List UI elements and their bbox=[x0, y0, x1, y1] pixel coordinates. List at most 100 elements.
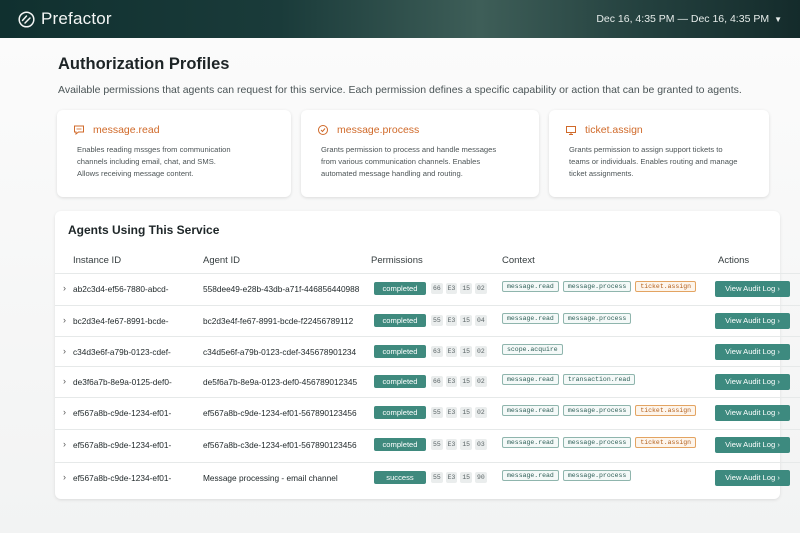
count-chip: 02 bbox=[475, 376, 487, 387]
permission-description: Grants permission to process and handle … bbox=[321, 145, 497, 178]
instance-id: ef567a8b-c9de-1234-ef01- bbox=[73, 408, 172, 418]
table-row[interactable]: › ef567a8b-c9de-1234-ef01- ef567a8b-c9de-1… bbox=[55, 397, 800, 427]
count-chip: 02 bbox=[475, 346, 487, 357]
chevron-right-icon[interactable]: › bbox=[63, 376, 66, 386]
chevron-right-icon[interactable]: › bbox=[63, 472, 66, 482]
view-audit-log-button[interactable]: View Audit Log › bbox=[715, 281, 790, 297]
instance-id: ef567a8b-c9de-1234-ef01- bbox=[73, 473, 172, 483]
context-tags: message.read message.process ticket.assign bbox=[502, 437, 697, 448]
view-audit-log-button[interactable]: View Audit Log › bbox=[715, 313, 790, 329]
permission-description: Grants permission to assign support tick… bbox=[569, 145, 738, 178]
instance-id: bc2d3e4-fe67-8991-bcde- bbox=[73, 316, 169, 326]
permission-card: message.read Enables reading mssges from… bbox=[57, 110, 291, 197]
logo-icon bbox=[18, 10, 35, 28]
permission-counts: 63 E3 15 02 bbox=[431, 346, 487, 357]
count-chip: 90 bbox=[475, 472, 487, 483]
context-tags: message.read message.process bbox=[502, 313, 632, 324]
status-badge: completed bbox=[374, 314, 426, 327]
status-badge: completed bbox=[374, 375, 426, 388]
count-chip: 02 bbox=[475, 283, 487, 294]
ticket-icon bbox=[565, 124, 577, 136]
top-bar: Prefactor Dec 16, 4:35 PM — Dec 16, 4:35… bbox=[0, 0, 800, 38]
count-chip: 66 bbox=[431, 283, 443, 294]
context-tag: message.process bbox=[562, 470, 632, 481]
permission-counts: 66 E3 15 02 bbox=[431, 283, 487, 294]
column-header-actions: Actions bbox=[718, 255, 750, 266]
context-tag: message.read bbox=[502, 313, 559, 324]
count-chip: E3 bbox=[445, 472, 458, 483]
table-row[interactable]: › c34d3e6f-a79b-0123-cdef-c34d5e6f-a79b-0… bbox=[55, 336, 800, 366]
count-chip: E3 bbox=[445, 439, 458, 450]
chevron-right-icon[interactable]: › bbox=[63, 439, 66, 449]
chevron-right-icon[interactable]: › bbox=[63, 346, 66, 356]
status-badge: completed bbox=[374, 406, 426, 419]
count-chip: 04 bbox=[475, 315, 487, 326]
count-chip: 02 bbox=[475, 407, 487, 418]
count-chip: E3 bbox=[445, 346, 458, 357]
view-audit-log-button[interactable]: View Audit Log › bbox=[715, 470, 790, 486]
view-audit-log-button[interactable]: View Audit Log › bbox=[715, 344, 790, 360]
context-tags: message.read message.process bbox=[502, 470, 632, 481]
count-chip: 55 bbox=[431, 472, 443, 483]
permission-description: Enables reading mssges from communicatio… bbox=[77, 145, 231, 178]
table-row[interactable]: › ab2c3d4-ef56-7880-abcd- 558dee49-e28b-43… bbox=[55, 273, 800, 303]
instance-id: ab2c3d4-ef56-7880-abcd- bbox=[73, 284, 169, 294]
context-tag: ticket.assign bbox=[635, 437, 697, 448]
count-chip: 03 bbox=[475, 439, 487, 450]
count-chip: E3 bbox=[445, 376, 458, 387]
context-tag: message.read bbox=[502, 470, 559, 481]
chevron-right-icon[interactable]: › bbox=[63, 315, 66, 325]
agent-id: bc2d3e4f-fe67-8991-bcde-f22456789112 bbox=[203, 316, 354, 326]
page-title: Authorization Profiles bbox=[58, 55, 230, 73]
agent-id: ef567a8b-c3de-1234-ef01-567890123456 bbox=[203, 440, 357, 450]
chevron-right-icon[interactable]: › bbox=[63, 283, 66, 293]
permission-card: message.process Grants permission to pro… bbox=[301, 110, 539, 197]
count-chip: 15 bbox=[460, 315, 473, 326]
count-chip: 66 bbox=[431, 376, 443, 387]
chevron-right-icon[interactable]: › bbox=[63, 407, 66, 417]
agent-id: de5f6a7b-8e9a-0123-def0-456789012345 bbox=[203, 377, 358, 387]
count-chip: 15 bbox=[460, 376, 473, 387]
permission-counts: 55 E3 15 02 bbox=[431, 407, 487, 418]
agent-id: Message processing - email channel bbox=[203, 473, 338, 483]
table-row[interactable]: › ef567a8b-c9de-1234-ef01- Message process… bbox=[55, 462, 800, 492]
view-audit-log-button[interactable]: View Audit Log › bbox=[715, 374, 790, 390]
date-range-picker[interactable]: Dec 16, 4:35 PM — Dec 16, 4:35 PM ▼ bbox=[596, 13, 782, 25]
context-tags: scope.acquire bbox=[502, 344, 563, 355]
context-tag: message.process bbox=[562, 437, 632, 448]
context-tags: message.read transaction.read bbox=[502, 374, 636, 385]
permission-counts: 55 E3 15 03 bbox=[431, 439, 487, 450]
brand[interactable]: Prefactor bbox=[18, 9, 112, 29]
count-chip: 55 bbox=[431, 315, 443, 326]
agents-title: Agents Using This Service bbox=[68, 223, 220, 237]
count-chip: 15 bbox=[460, 439, 473, 450]
table-row[interactable]: › bc2d3e4-fe67-8991-bcde-bc2d3e4f-fe67-89… bbox=[55, 305, 800, 335]
table-row[interactable]: › de3f6a7b-8e9a-0125-def0- de5f6a7b-8e9a-0… bbox=[55, 366, 800, 396]
context-tag: scope.acquire bbox=[502, 344, 563, 355]
instance-id: c34d3e6f-a79b-0123-cdef- bbox=[73, 347, 171, 357]
page-description: Available permissions that agents can re… bbox=[58, 84, 742, 96]
main-content: Authorization Profiles Available permiss… bbox=[0, 38, 800, 533]
context-tags: message.read message.process ticket.assign bbox=[502, 281, 697, 292]
permission-title: message.read bbox=[93, 124, 160, 136]
count-chip: 15 bbox=[460, 407, 473, 418]
agent-id: c34d5e6f-a79b-0123-cdef-345678901234 bbox=[203, 347, 357, 357]
permission-counts: 55 E3 15 90 bbox=[431, 472, 487, 483]
permission-title: message.process bbox=[337, 124, 420, 136]
column-header-context: Context bbox=[502, 255, 535, 266]
context-tag: message.read bbox=[502, 281, 559, 292]
count-chip: E3 bbox=[445, 407, 458, 418]
message-icon bbox=[73, 124, 85, 136]
context-tag: message.process bbox=[562, 405, 632, 416]
column-header-permissions: Permissions bbox=[371, 255, 423, 266]
count-chip: 15 bbox=[460, 283, 473, 294]
view-audit-log-button[interactable]: View Audit Log › bbox=[715, 437, 790, 453]
context-tag: message.read bbox=[502, 405, 559, 416]
view-audit-log-button[interactable]: View Audit Log › bbox=[715, 405, 790, 421]
context-tag: ticket.assign bbox=[635, 281, 697, 292]
table-row[interactable]: › ef567a8b-c9de-1234-ef01- ef567a8b-c3de-1… bbox=[55, 429, 800, 459]
instance-id: de3f6a7b-8e9a-0125-def0- bbox=[73, 377, 172, 387]
permission-title: ticket.assign bbox=[585, 124, 643, 136]
agent-id: 558dee49-e28b-43db-a71f-446856440988 bbox=[203, 284, 360, 294]
context-tag: message.process bbox=[562, 281, 632, 292]
